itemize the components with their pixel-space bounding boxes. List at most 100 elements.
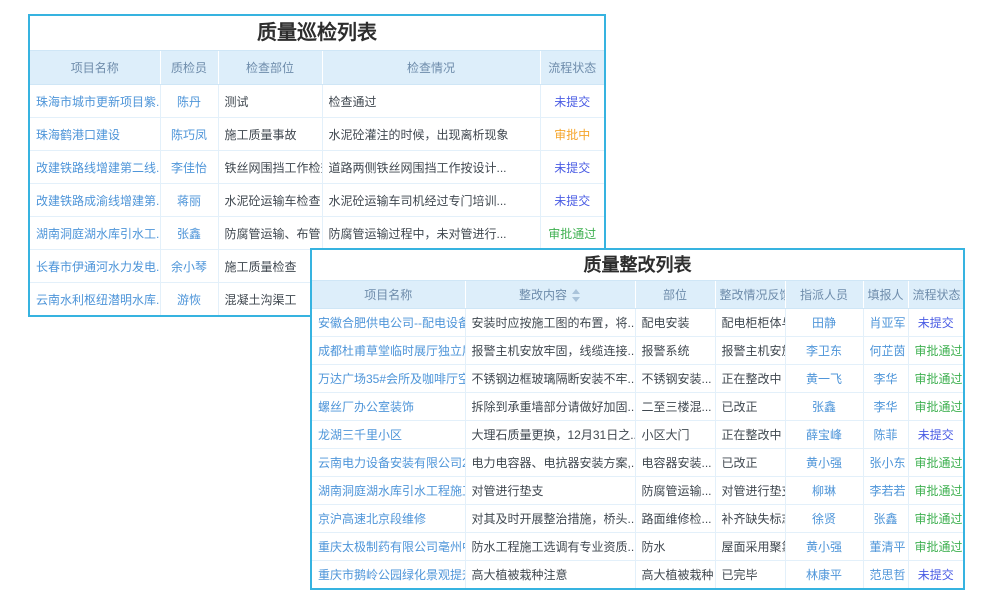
inspector-link[interactable]: 陈巧凤 [160, 118, 218, 151]
header-rectify-content[interactable]: 整改内容 [465, 281, 635, 309]
inspector-link[interactable]: 余小琴 [160, 250, 218, 283]
inspection-part-cell: 水泥砼运输车检查 [218, 184, 322, 217]
rectify-content-cell: 大理石质量更换，12月31日之... [465, 421, 635, 449]
reporter-link[interactable]: 张小东 [863, 449, 908, 477]
feedback-cell: 屋面采用聚氯... [715, 533, 785, 561]
part-cell: 路面维修检... [635, 505, 715, 533]
inspection-part-cell: 防腐管运输、布管 [218, 217, 322, 250]
assignee-link[interactable]: 徐贤 [785, 505, 863, 533]
header-project-name: 项目名称 [312, 281, 465, 309]
inspection-result-cell: 防腐管运输过程中，未对管进行... [322, 217, 540, 250]
table-row: 重庆市鹅岭公园绿化景观提升...高大植被栽种注意高大植被栽种已完毕林康平范思哲未… [312, 561, 963, 589]
project-link[interactable]: 长春市伊通河水力发电... [30, 250, 160, 283]
feedback-cell: 对管进行垫支 [715, 477, 785, 505]
part-cell: 不锈钢安装... [635, 365, 715, 393]
reporter-link[interactable]: 李华 [863, 393, 908, 421]
table-row: 珠海鹤港口建设陈巧凤施工质量事故水泥砼灌注的时候，出现离析现象审批中 [30, 118, 604, 151]
inspection-part-cell: 施工质量检查 [218, 250, 322, 283]
table-row: 珠海市城市更新项目紫...陈丹测试检查通过未提交 [30, 85, 604, 118]
assignee-link[interactable]: 薛宝峰 [785, 421, 863, 449]
rectify-content-cell: 不锈钢边框玻璃隔断安装不牢... [465, 365, 635, 393]
table-row: 改建铁路线增建第二线...李佳怡铁丝网围挡工作检查道路两侧铁丝网围挡工作按设计.… [30, 151, 604, 184]
part-cell: 防腐管运输... [635, 477, 715, 505]
assignee-link[interactable]: 李卫东 [785, 337, 863, 365]
project-link[interactable]: 湖南洞庭湖水库引水工程施工I标 [312, 477, 465, 505]
status-badge: 审批通过 [908, 393, 963, 421]
reporter-link[interactable]: 董清平 [863, 533, 908, 561]
table-row: 京沪高速北京段维修对其及时开展整治措施，桥头...路面维修检...补齐缺失标志.… [312, 505, 963, 533]
header-reporter: 填报人 [863, 281, 908, 309]
project-link[interactable]: 云南水利枢纽潜明水库... [30, 283, 160, 316]
table-row: 螺丝厂办公室装饰拆除到承重墙部分请做好加固...二至三楼混...已改正张鑫李华审… [312, 393, 963, 421]
project-link[interactable]: 重庆市鹅岭公园绿化景观提升... [312, 561, 465, 589]
reporter-link[interactable]: 范思哲 [863, 561, 908, 589]
assignee-link[interactable]: 黄一飞 [785, 365, 863, 393]
status-badge: 审批通过 [908, 477, 963, 505]
project-link[interactable]: 成都杜甫草堂临时展厅独立展... [312, 337, 465, 365]
part-cell: 小区大门 [635, 421, 715, 449]
table-row: 安徽合肥供电公司--配电设备...安装时应按施工图的布置，将...配电安装配电柜… [312, 309, 963, 337]
project-link[interactable]: 螺丝厂办公室装饰 [312, 393, 465, 421]
header-project-name: 项目名称 [30, 51, 160, 85]
assignee-link[interactable]: 田静 [785, 309, 863, 337]
reporter-link[interactable]: 何芷茵 [863, 337, 908, 365]
inspection-part-cell: 测试 [218, 85, 322, 118]
status-badge: 审批通过 [908, 337, 963, 365]
project-link[interactable]: 湖南洞庭湖水库引水工... [30, 217, 160, 250]
project-link[interactable]: 珠海市城市更新项目紫... [30, 85, 160, 118]
sort-carets-icon[interactable] [571, 289, 581, 302]
project-link[interactable]: 安徽合肥供电公司--配电设备... [312, 309, 465, 337]
inspector-link[interactable]: 陈丹 [160, 85, 218, 118]
assignee-link[interactable]: 黄小强 [785, 533, 863, 561]
reporter-link[interactable]: 肖亚军 [863, 309, 908, 337]
inspection-result-cell: 水泥砼运输车司机经过专门培训... [322, 184, 540, 217]
part-cell: 高大植被栽种 [635, 561, 715, 589]
status-badge: 未提交 [908, 561, 963, 589]
reporter-link[interactable]: 李若若 [863, 477, 908, 505]
header-part: 部位 [635, 281, 715, 309]
header-assignee: 指派人员 [785, 281, 863, 309]
inspector-link[interactable]: 游恢 [160, 283, 218, 316]
project-link[interactable]: 京沪高速北京段维修 [312, 505, 465, 533]
project-link[interactable]: 万达广场35#会所及咖啡厅空... [312, 365, 465, 393]
project-link[interactable]: 改建铁路成渝线增建第... [30, 184, 160, 217]
reporter-link[interactable]: 李华 [863, 365, 908, 393]
inspector-link[interactable]: 张鑫 [160, 217, 218, 250]
inspector-link[interactable]: 蒋丽 [160, 184, 218, 217]
status-badge: 未提交 [540, 85, 604, 118]
rectify-content-cell: 防水工程施工选调有专业资质... [465, 533, 635, 561]
inspector-link[interactable]: 李佳怡 [160, 151, 218, 184]
table-row: 龙湖三千里小区大理石质量更换，12月31日之...小区大门正在整改中薛宝峰陈菲未… [312, 421, 963, 449]
rectify-content-cell: 报警主机安放牢固，线缆连接... [465, 337, 635, 365]
inspection-result-cell: 道路两侧铁丝网围挡工作按设计... [322, 151, 540, 184]
assignee-link[interactable]: 张鑫 [785, 393, 863, 421]
rectify-table-title: 质量整改列表 [312, 250, 963, 281]
assignee-link[interactable]: 黄小强 [785, 449, 863, 477]
table-row: 成都杜甫草堂临时展厅独立展...报警主机安放牢固，线缆连接...报警系统报警主机… [312, 337, 963, 365]
reporter-link[interactable]: 陈菲 [863, 421, 908, 449]
part-cell: 防水 [635, 533, 715, 561]
status-badge: 审批通过 [540, 217, 604, 250]
project-link[interactable]: 重庆太极制药有限公司亳州中... [312, 533, 465, 561]
project-link[interactable]: 改建铁路线增建第二线... [30, 151, 160, 184]
project-link[interactable]: 龙湖三千里小区 [312, 421, 465, 449]
feedback-cell: 正在整改中 [715, 365, 785, 393]
status-badge: 未提交 [908, 309, 963, 337]
project-link[interactable]: 云南电力设备安装有限公司20... [312, 449, 465, 477]
part-cell: 报警系统 [635, 337, 715, 365]
assignee-link[interactable]: 林康平 [785, 561, 863, 589]
reporter-link[interactable]: 张鑫 [863, 505, 908, 533]
inspection-result-cell: 水泥砼灌注的时候，出现离析现象 [322, 118, 540, 151]
feedback-cell: 补齐缺失标志... [715, 505, 785, 533]
inspection-part-cell: 施工质量事故 [218, 118, 322, 151]
header-inspection-result: 检查情况 [322, 51, 540, 85]
table-row: 改建铁路成渝线增建第...蒋丽水泥砼运输车检查水泥砼运输车司机经过专门培训...… [30, 184, 604, 217]
project-link[interactable]: 珠海鹤港口建设 [30, 118, 160, 151]
inspection-table-title: 质量巡检列表 [30, 16, 604, 51]
inspection-result-cell: 检查通过 [322, 85, 540, 118]
part-cell: 电容器安装... [635, 449, 715, 477]
assignee-link[interactable]: 柳琳 [785, 477, 863, 505]
status-badge: 审批中 [540, 118, 604, 151]
header-inspection-part: 检查部位 [218, 51, 322, 85]
rectify-content-cell: 高大植被栽种注意 [465, 561, 635, 589]
